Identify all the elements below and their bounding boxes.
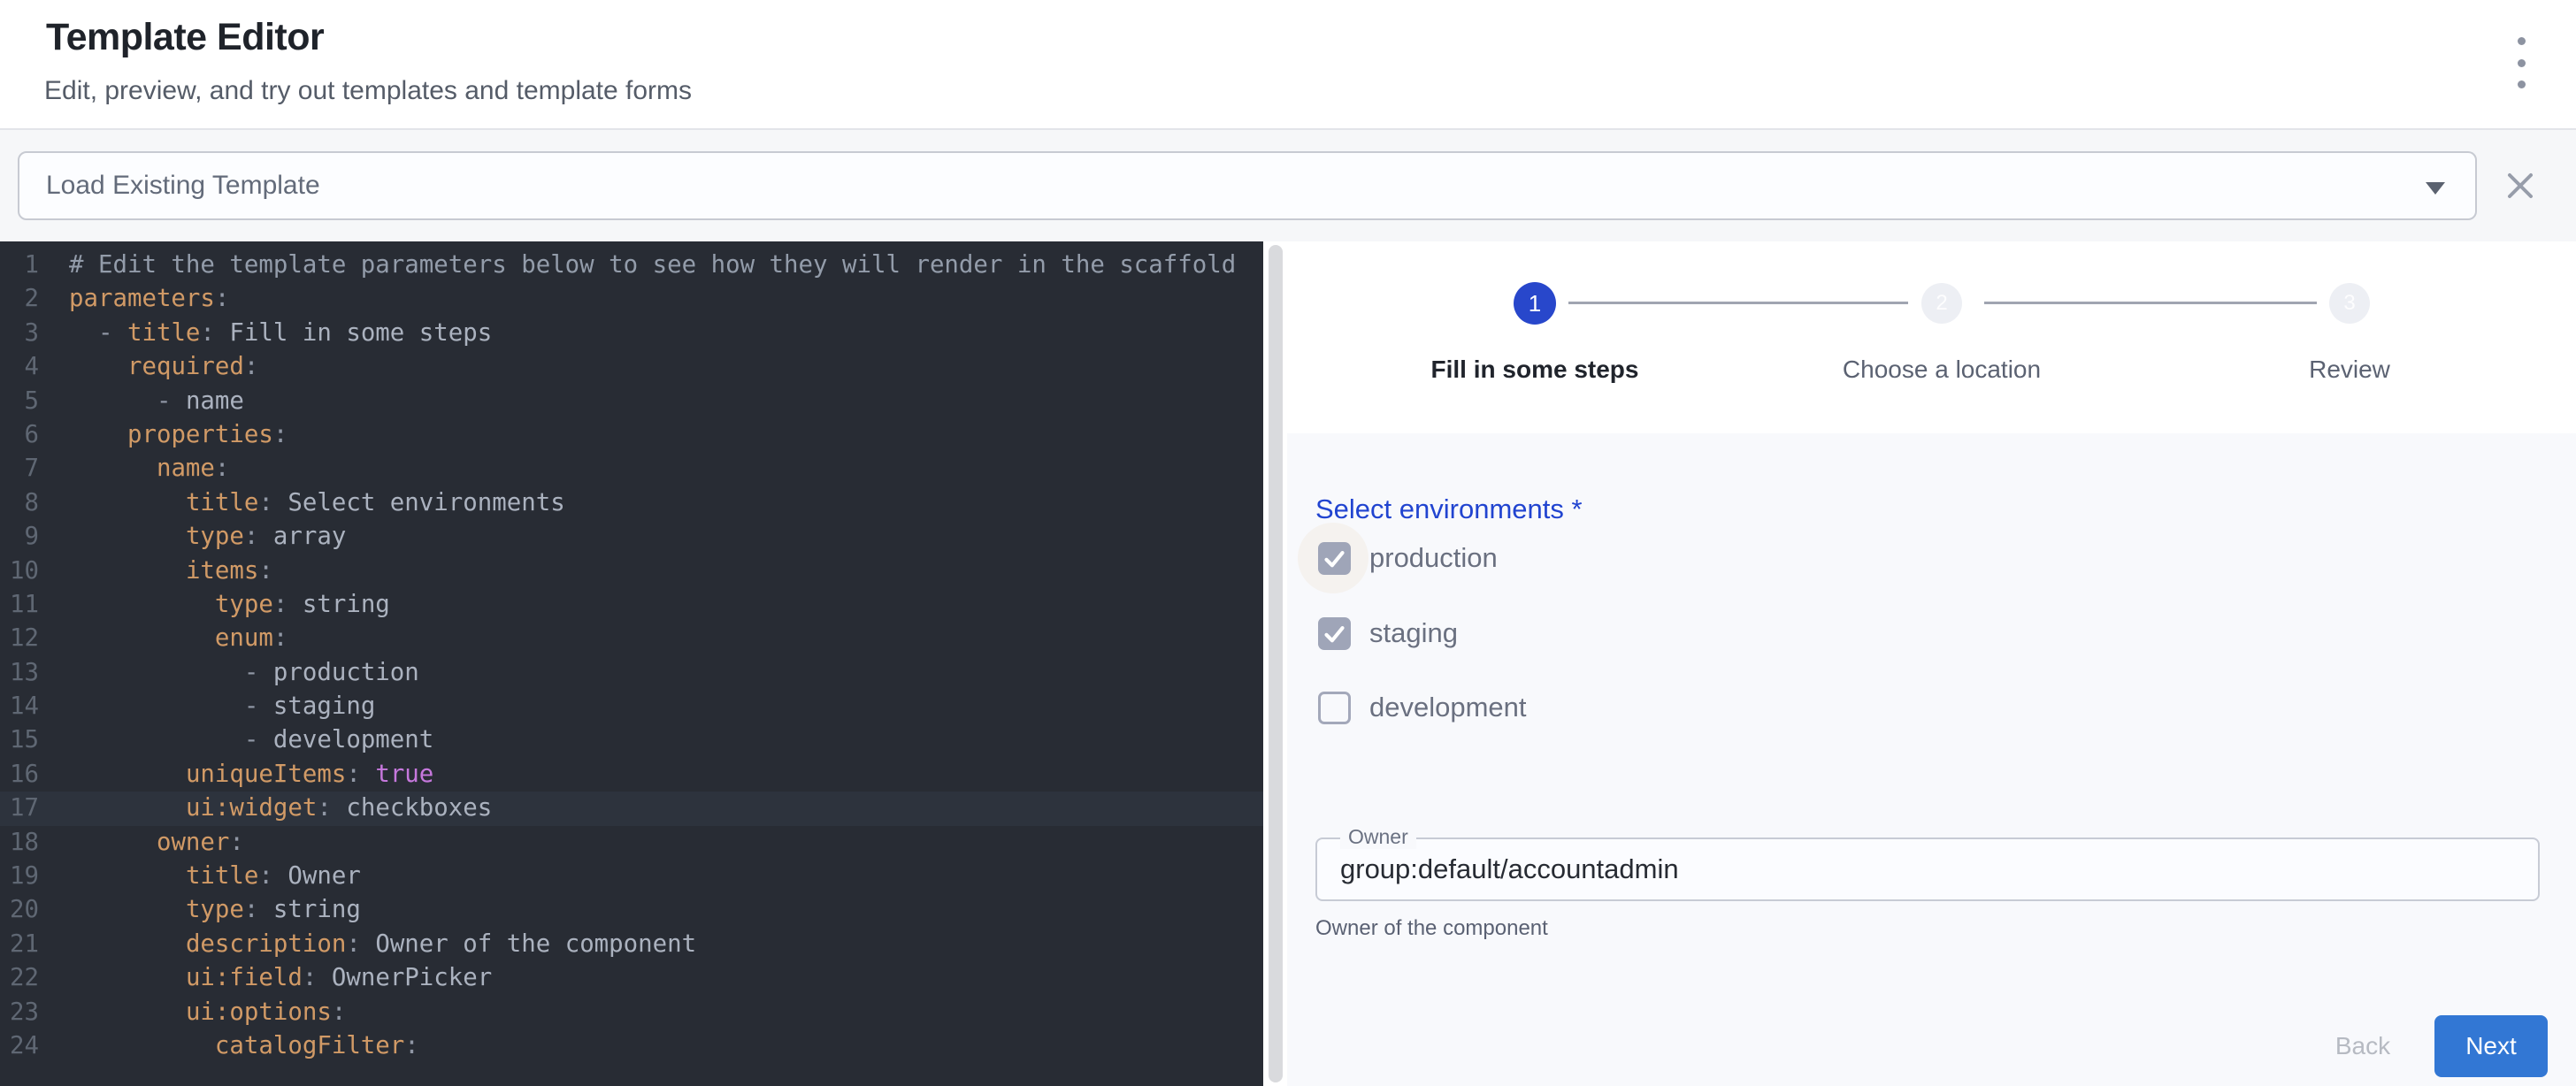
code-line[interactable]: 9 type: array — [0, 520, 1263, 554]
line-number: 17 — [0, 792, 39, 825]
code-line[interactable]: 22 ui:field: OwnerPicker — [0, 961, 1263, 995]
step-label-review: Review — [2309, 356, 2390, 384]
checkbox-production[interactable] — [1318, 542, 1351, 575]
line-number: 15 — [0, 723, 39, 757]
step-circle-2: 2 — [1921, 283, 1962, 324]
code-line[interactable]: 7 name: — [0, 452, 1263, 486]
line-number: 9 — [0, 520, 39, 554]
step-label-fill-in-some-steps: Fill in some steps — [1431, 356, 1639, 384]
close-icon[interactable] — [2503, 168, 2538, 203]
step-circle-3: 3 — [2329, 283, 2370, 324]
line-number: 16 — [0, 758, 39, 792]
code-line[interactable]: 10 items: — [0, 554, 1263, 588]
checkbox-label-production[interactable]: production — [1369, 542, 1498, 574]
code-line[interactable]: 20 type: string — [0, 893, 1263, 927]
line-number: 13 — [0, 656, 39, 690]
form-preview-panel — [1287, 433, 2576, 1086]
code-line[interactable]: 11 type: string — [0, 588, 1263, 622]
load-existing-template-select[interactable]: Load Existing Template — [18, 151, 2477, 220]
pane-divider-scrollbar[interactable] — [1269, 245, 1283, 1082]
check-icon — [1321, 545, 1348, 572]
code-line[interactable]: 18 owner: — [0, 826, 1263, 860]
code-line[interactable]: 24 catalogFilter: — [0, 1029, 1263, 1063]
line-number: 1 — [0, 249, 39, 282]
line-number: 20 — [0, 893, 39, 927]
code-line[interactable]: 2parameters: — [0, 282, 1263, 316]
line-number: 21 — [0, 928, 39, 961]
step-circle-1: 1 — [1514, 282, 1556, 325]
step-label-choose-a-location: Choose a location — [1843, 356, 2041, 384]
line-number: 12 — [0, 622, 39, 655]
code-line[interactable]: 1# Edit the template parameters below to… — [0, 249, 1263, 282]
code-line[interactable]: 5 - name — [0, 385, 1263, 418]
checkbox-staging[interactable] — [1318, 617, 1351, 650]
owner-field-label: Owner — [1340, 825, 1416, 849]
code-line[interactable]: 15 - development — [0, 723, 1263, 757]
line-number: 7 — [0, 452, 39, 486]
line-number: 2 — [0, 282, 39, 316]
line-number: 24 — [0, 1029, 39, 1063]
code-line[interactable]: 17 ui:widget: checkboxes — [0, 792, 1263, 825]
line-number: 18 — [0, 826, 39, 860]
owner-input[interactable] — [1340, 839, 2508, 899]
checkbox-development[interactable] — [1318, 692, 1351, 724]
owner-field-outline — [1315, 837, 2540, 901]
code-line[interactable]: 19 title: Owner — [0, 860, 1263, 893]
checkbox-label-development[interactable]: development — [1369, 692, 1527, 723]
load-existing-template-label: Load Existing Template — [46, 171, 320, 201]
line-number: 14 — [0, 690, 39, 723]
template-editor-screen: Template Editor Edit, preview, and try o… — [0, 0, 2576, 1086]
next-button[interactable]: Next — [2434, 1015, 2548, 1077]
page-subtitle: Edit, preview, and try out templates and… — [44, 76, 692, 106]
line-number: 8 — [0, 486, 39, 520]
required-asterisk: * — [1572, 493, 1583, 524]
template-select-toolbar: Load Existing Template — [0, 130, 2576, 241]
code-line[interactable]: 21 description: Owner of the component — [0, 928, 1263, 961]
yaml-code-editor[interactable]: 1# Edit the template parameters below to… — [0, 241, 1263, 1086]
line-number: 6 — [0, 418, 39, 452]
page-title: Template Editor — [46, 16, 324, 59]
kebab-menu-icon[interactable] — [2502, 37, 2541, 88]
line-number: 10 — [0, 554, 39, 588]
back-button[interactable]: Back — [2307, 1021, 2419, 1071]
line-number: 3 — [0, 317, 39, 350]
check-icon — [1321, 620, 1348, 647]
code-line[interactable]: 8 title: Select environments — [0, 486, 1263, 520]
line-number: 5 — [0, 385, 39, 418]
line-number: 4 — [0, 350, 39, 384]
chevron-down-icon — [2426, 182, 2445, 195]
code-line[interactable]: 3 - title: Fill in some steps — [0, 317, 1263, 350]
line-number: 19 — [0, 860, 39, 893]
select-environments-label: Select environments * — [1315, 493, 1583, 525]
code-line[interactable]: 16 uniqueItems: true — [0, 758, 1263, 792]
owner-helper-text: Owner of the component — [1315, 916, 1548, 941]
code-line[interactable]: 4 required: — [0, 350, 1263, 384]
step-connector — [1568, 302, 1908, 304]
line-number: 11 — [0, 588, 39, 622]
code-line[interactable]: 14 - staging — [0, 690, 1263, 723]
line-number: 23 — [0, 996, 39, 1029]
line-number: 22 — [0, 961, 39, 995]
checkbox-label-staging[interactable]: staging — [1369, 617, 1458, 649]
code-line[interactable]: 6 properties: — [0, 418, 1263, 452]
step-connector — [1984, 302, 2317, 304]
code-line[interactable]: 13 - production — [0, 656, 1263, 690]
code-line[interactable]: 23 ui:options: — [0, 996, 1263, 1029]
code-line[interactable]: 12 enum: — [0, 622, 1263, 655]
